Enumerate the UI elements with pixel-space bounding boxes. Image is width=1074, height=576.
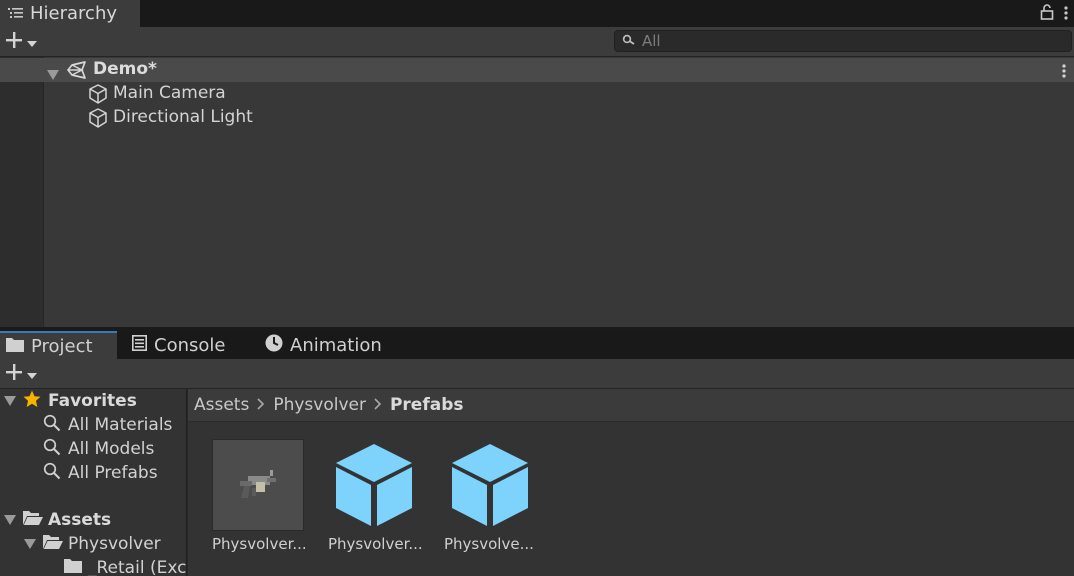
- hierarchy-toolbar: [0, 27, 1074, 57]
- folder-icon: [64, 558, 82, 576]
- model-thumbnail: [212, 439, 304, 531]
- chevron-right-icon: [374, 395, 382, 415]
- asset-label: Physvolver...: [328, 535, 423, 553]
- create-asset-dropdown-button[interactable]: [5, 363, 37, 385]
- hierarchy-tab-label: Hierarchy: [30, 3, 118, 24]
- asset-label: Physvolver...: [212, 535, 307, 553]
- scene-menu-icon[interactable]: [1062, 63, 1066, 83]
- expand-arrow-icon[interactable]: [4, 510, 16, 530]
- folder-icon: [6, 336, 24, 357]
- assets-row[interactable]: Assets: [0, 508, 111, 532]
- search-icon: [622, 31, 636, 51]
- console-icon: [132, 334, 147, 356]
- favorites-label: Favorites: [48, 391, 137, 411]
- scene-row[interactable]: Demo*: [0, 58, 1074, 82]
- favorite-item-label: All Materials: [68, 415, 173, 435]
- hierarchy-panel: Demo* Main Camera Directional Light: [0, 57, 1074, 327]
- prefab-cube-icon: [444, 439, 536, 531]
- create-dropdown-button[interactable]: [5, 31, 37, 53]
- folder-label: Physvolver: [68, 534, 161, 554]
- gameobject-cube-icon: [88, 108, 108, 133]
- favorite-item[interactable]: All Materials: [43, 413, 172, 437]
- project-toolbar: [0, 359, 1074, 389]
- folder-label: _Retail (Exc: [88, 558, 187, 576]
- project-content: Assets Physvolver Prefabs Physvolver...: [188, 389, 1074, 576]
- asset-item[interactable]: Physvolver...: [212, 439, 312, 569]
- breadcrumb-current[interactable]: Prefabs: [390, 395, 464, 415]
- hierarchy-object-label: Directional Light: [113, 107, 253, 127]
- chevron-right-icon: [257, 395, 265, 415]
- hierarchy-tabbar: Hierarchy: [0, 0, 1074, 27]
- tab-menu-icon[interactable]: [1064, 5, 1068, 25]
- tab-console[interactable]: Console: [126, 331, 254, 359]
- asset-label: Physvolve...: [444, 535, 534, 553]
- lock-icon[interactable]: [1040, 4, 1054, 25]
- tab-project-label: Project: [31, 335, 93, 357]
- hierarchy-search[interactable]: [614, 30, 1072, 52]
- expand-arrow-icon[interactable]: [24, 534, 36, 554]
- chevron-down-icon: [27, 32, 37, 52]
- list-icon: [8, 3, 23, 24]
- tab-console-label: Console: [154, 334, 226, 356]
- plus-icon: [5, 31, 23, 54]
- hierarchy-tab[interactable]: Hierarchy: [0, 0, 140, 27]
- assets-label: Assets: [48, 510, 112, 530]
- favorite-item-label: All Models: [68, 439, 155, 459]
- search-icon: [43, 414, 61, 437]
- plus-icon: [5, 363, 23, 386]
- folder-row[interactable]: Physvolver: [24, 532, 161, 556]
- search-input[interactable]: [642, 32, 1042, 50]
- open-folder-icon: [23, 510, 43, 531]
- hierarchy-object-row[interactable]: Directional Light: [0, 106, 1074, 130]
- breadcrumb-item[interactable]: Assets: [194, 395, 249, 415]
- prefab-cube-icon: [328, 439, 420, 531]
- expand-arrow-icon[interactable]: [4, 391, 16, 411]
- breadcrumb-item[interactable]: Physvolver: [273, 395, 366, 415]
- search-icon: [43, 462, 61, 485]
- tab-animation-label: Animation: [290, 334, 382, 356]
- favorite-item-label: All Prefabs: [68, 463, 158, 483]
- asset-item[interactable]: Physvolve...: [444, 439, 544, 569]
- tab-project[interactable]: Project: [0, 331, 117, 359]
- folder-row[interactable]: _Retail (Exc: [64, 556, 186, 576]
- project-tabbar: Project Console Animation: [0, 331, 1074, 359]
- hierarchy-object-label: Main Camera: [113, 83, 226, 103]
- clock-icon: [265, 334, 283, 357]
- favorite-item[interactable]: All Prefabs: [43, 461, 158, 485]
- open-folder-icon: [43, 534, 63, 555]
- hierarchy-object-row[interactable]: Main Camera: [0, 82, 1074, 106]
- star-icon: [23, 390, 41, 413]
- tab-animation[interactable]: Animation: [259, 331, 389, 359]
- scene-name: Demo*: [93, 59, 157, 79]
- project-folder-tree: Favorites All Materials All Models All P…: [0, 389, 187, 576]
- asset-item[interactable]: Physvolver...: [328, 439, 428, 569]
- breadcrumb: Assets Physvolver Prefabs: [188, 389, 1074, 422]
- chevron-down-icon: [27, 364, 37, 384]
- search-icon: [43, 438, 61, 461]
- favorite-item[interactable]: All Models: [43, 437, 154, 461]
- favorites-row[interactable]: Favorites: [0, 389, 137, 413]
